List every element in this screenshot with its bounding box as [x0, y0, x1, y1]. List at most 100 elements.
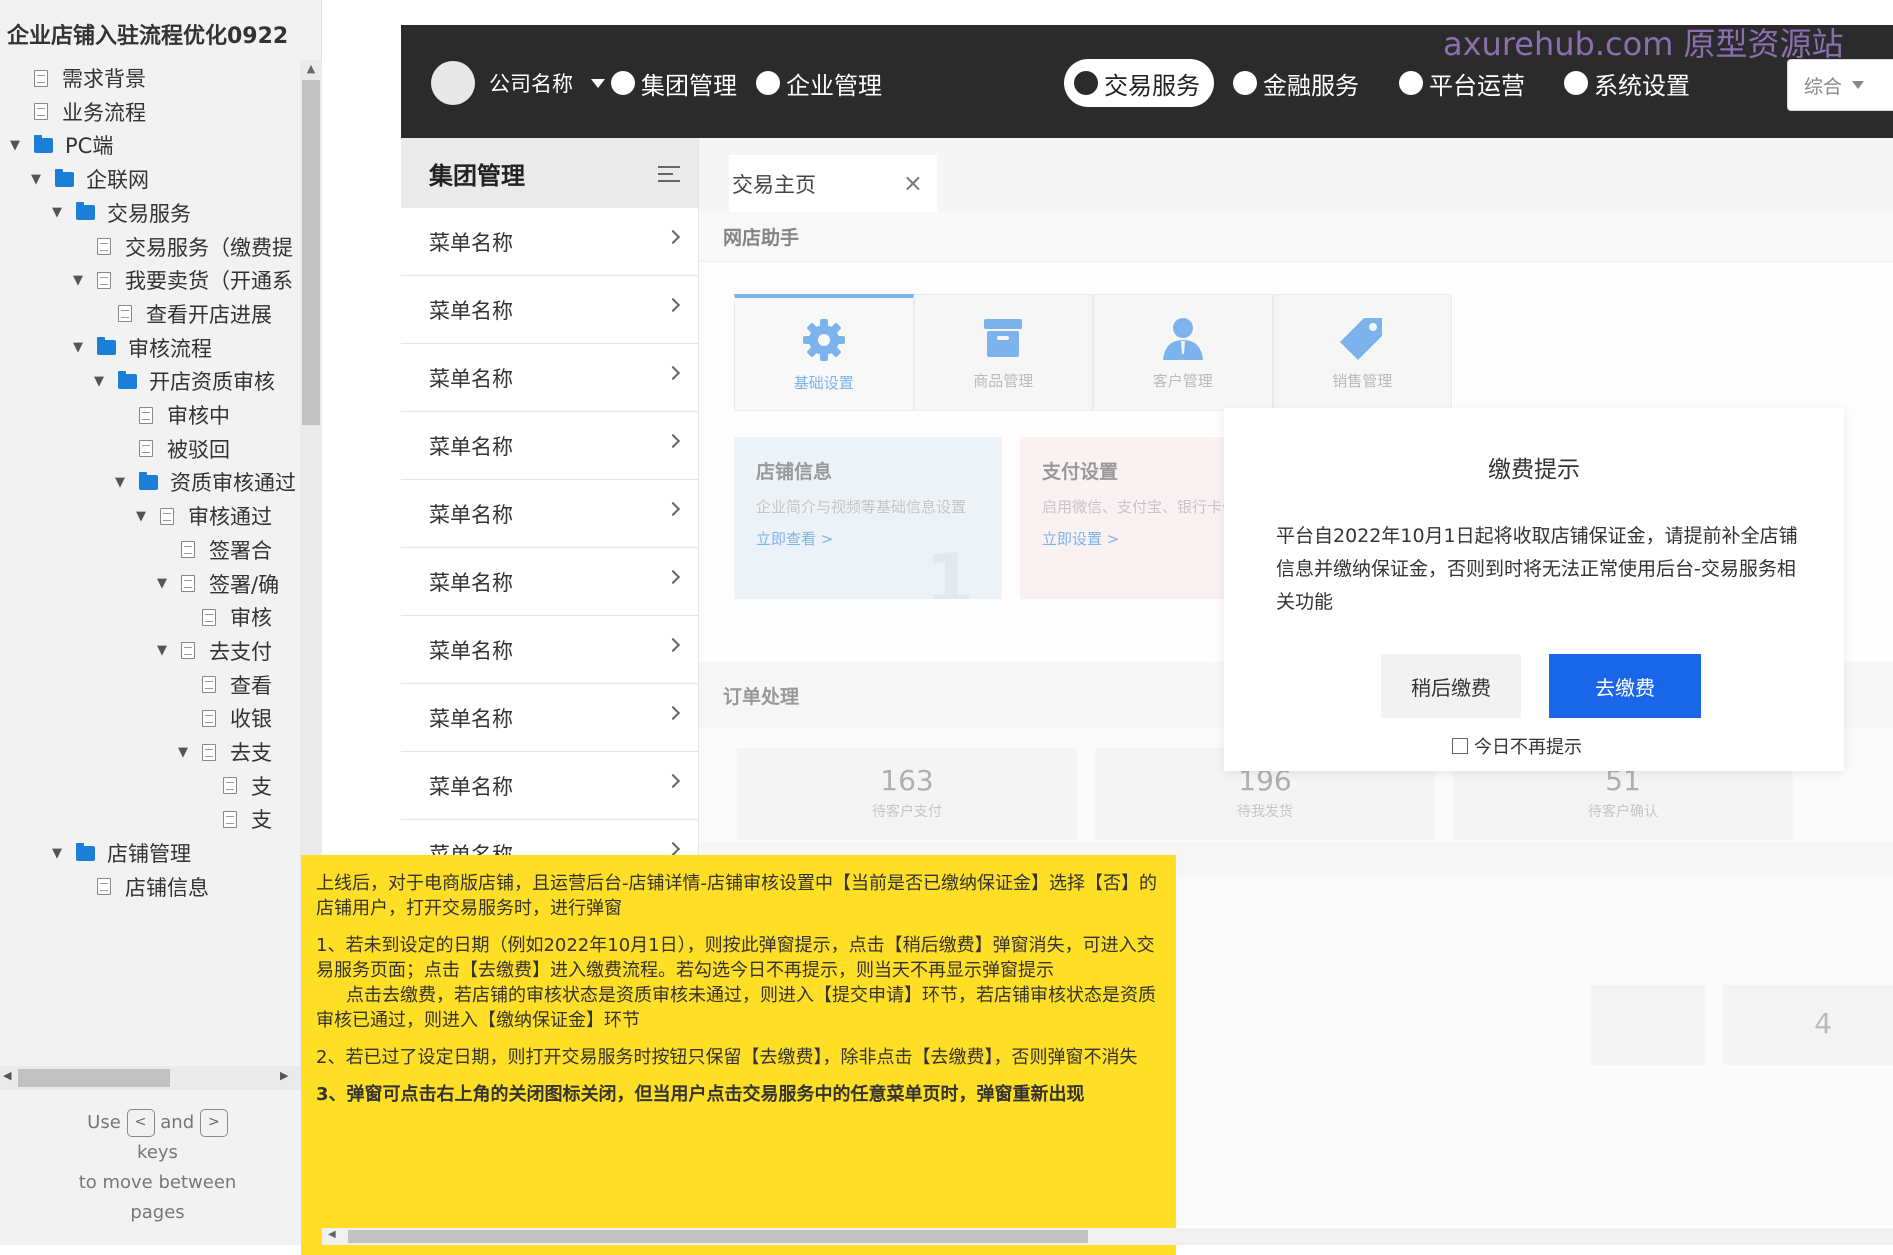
- canvas-horizontal-scrollbar[interactable]: ◀: [322, 1228, 1893, 1245]
- sitemap-item[interactable]: ▼店铺信息: [71, 867, 209, 907]
- side-menu-item[interactable]: 菜单名称: [401, 480, 698, 548]
- scroll-right-icon[interactable]: ▶: [280, 1069, 288, 1082]
- scroll-up-icon[interactable]: ▲: [300, 62, 322, 75]
- page-icon: [223, 810, 237, 828]
- nav-dot-icon: [611, 71, 635, 95]
- side-menu-item-label: 菜单名称: [429, 774, 513, 799]
- sitemap-item-label: 审核: [230, 606, 272, 631]
- side-menu-item[interactable]: 菜单名称: [401, 276, 698, 344]
- page-icon: [34, 69, 48, 87]
- side-menu-item[interactable]: 菜单名称: [401, 684, 698, 752]
- expand-arrow-icon[interactable]: ▼: [155, 643, 169, 658]
- sitemap-item-label: 查看开店进展: [146, 302, 272, 327]
- expand-arrow-icon[interactable]: ▼: [176, 745, 190, 760]
- chevron-right-icon: [665, 297, 681, 313]
- collapse-menu-icon[interactable]: [658, 166, 680, 187]
- prev-key-icon[interactable]: <: [126, 1109, 155, 1137]
- keyboard-hint: Use < and > keys to move between pages: [40, 1108, 275, 1228]
- expand-arrow-icon[interactable]: ▼: [8, 138, 22, 153]
- side-menu-item[interactable]: 菜单名称: [401, 412, 698, 480]
- page-tab-bar: 交易主页 ×: [699, 138, 1893, 212]
- sitemap-item-label: 资质审核通过: [170, 471, 296, 496]
- sitemap-item-label: 店铺信息: [125, 875, 209, 900]
- nav-item-trade-service[interactable]: 交易服务: [1064, 59, 1214, 107]
- scroll-left-icon[interactable]: ◀: [3, 1069, 11, 1082]
- side-menu-item-label: 菜单名称: [429, 230, 513, 255]
- expand-arrow-icon[interactable]: ▼: [71, 340, 85, 355]
- folder-icon: [76, 842, 95, 861]
- nav-item-group-management[interactable]: 集团管理: [611, 59, 737, 107]
- folder-icon: [34, 134, 53, 153]
- chevron-right-icon: [665, 569, 681, 585]
- expand-arrow-icon[interactable]: ▼: [134, 509, 148, 524]
- sitemap-horizontal-scrollbar[interactable]: ◀ ▶: [0, 1066, 322, 1090]
- scroll-left-icon[interactable]: ◀: [328, 1229, 336, 1240]
- side-menu-item-label: 菜单名称: [429, 434, 513, 459]
- expand-arrow-icon[interactable]: ▼: [113, 475, 127, 490]
- chevron-right-icon: [665, 773, 681, 789]
- company-selector[interactable]: 公司名称: [431, 61, 605, 105]
- page-icon: [118, 305, 132, 323]
- expand-arrow-icon[interactable]: ▼: [92, 374, 106, 389]
- page-icon: [202, 676, 216, 694]
- page-icon: [181, 541, 195, 559]
- pay-later-button[interactable]: 稍后缴费: [1381, 654, 1521, 718]
- sitemap-item-label: 收银: [230, 707, 272, 732]
- sitemap-item-label: PC端: [65, 134, 114, 159]
- sitemap-item-label: 我要卖货（开通系: [125, 269, 293, 294]
- nav-item-finance-service[interactable]: 金融服务: [1233, 59, 1359, 107]
- nav-dot-icon: [1233, 71, 1257, 95]
- caret-down-icon: [591, 78, 605, 88]
- side-menu-item[interactable]: 菜单名称: [401, 208, 698, 276]
- page-icon: [223, 777, 237, 795]
- chevron-right-icon: [665, 229, 681, 245]
- sitemap-item-label: 查看: [230, 673, 272, 698]
- expand-arrow-icon[interactable]: ▼: [155, 576, 169, 591]
- payment-reminder-dialog: 缴费提示 平台自2022年10月1日起将收取店铺保证金，请提前补全店铺信息并缴纳…: [1224, 408, 1844, 771]
- dialog-body: 平台自2022年10月1日起将收取店铺保证金，请提前补全店铺信息并缴纳保证金，否…: [1276, 525, 1798, 613]
- side-menu-item[interactable]: 菜单名称: [401, 752, 698, 820]
- checkbox-label: 今日不再提示: [1474, 737, 1582, 758]
- expand-arrow-icon[interactable]: ▼: [71, 273, 85, 288]
- sitemap-item-label: 审核流程: [128, 336, 212, 361]
- expand-arrow-icon[interactable]: ▼: [29, 172, 43, 187]
- chevron-right-icon: [665, 637, 681, 653]
- tab-trade-home[interactable]: 交易主页 ×: [729, 155, 937, 212]
- page-icon: [34, 103, 48, 121]
- side-menu-item[interactable]: 菜单名称: [401, 344, 698, 412]
- page-icon: [202, 743, 216, 761]
- page-icon: [181, 575, 195, 592]
- nav-item-system-settings[interactable]: 系统设置: [1564, 59, 1690, 107]
- scrollbar-thumb[interactable]: [348, 1230, 1088, 1243]
- go-pay-button[interactable]: 去缴费: [1549, 654, 1701, 718]
- close-icon[interactable]: ×: [903, 169, 923, 197]
- chevron-right-icon: [665, 433, 681, 449]
- side-menu-item-label: 菜单名称: [429, 570, 513, 595]
- page-icon: [202, 608, 216, 626]
- search-scope-value: 综合: [1804, 75, 1843, 98]
- sitemap-panel: 企业店铺入驻流程优化0922 ▼ 需求背景 ▼ 业务流程 ▼ PC端 ▼ 企联网 ▼ 交易服务 ▼ 交…: [0, 0, 322, 1245]
- no-remind-today-checkbox[interactable]: 今日不再提示: [1452, 733, 1582, 759]
- nav-label: 交易服务: [1104, 71, 1200, 100]
- sitemap-item-label: 去支: [230, 741, 272, 765]
- sitemap-item-label: 店铺管理: [107, 842, 191, 867]
- page-icon: [97, 878, 111, 896]
- expand-arrow-icon[interactable]: ▼: [50, 205, 64, 220]
- sitemap-item-label: 去支付: [209, 639, 272, 664]
- checkbox-icon[interactable]: [1452, 738, 1468, 754]
- side-menu-item[interactable]: 菜单名称: [401, 548, 698, 616]
- note-paragraph: 1、若未到设定的日期（例如2022年10月1日），则按此弹窗提示，点击【稍后缴费…: [316, 935, 1155, 981]
- watermark-text: axurehub.com 原型资源站: [1443, 25, 1844, 63]
- scrollbar-thumb[interactable]: [18, 1069, 170, 1087]
- next-key-icon[interactable]: >: [199, 1109, 228, 1137]
- sitemap-item-label: 签署/确: [209, 572, 280, 597]
- expand-arrow-icon[interactable]: ▼: [50, 846, 64, 861]
- hint-text: and: [160, 1112, 195, 1133]
- nav-item-platform-operation[interactable]: 平台运营: [1399, 59, 1525, 107]
- search-scope-select[interactable]: 综合: [1787, 59, 1893, 111]
- company-name: 公司名称: [489, 72, 573, 96]
- side-menu-item[interactable]: 菜单名称: [401, 616, 698, 684]
- nav-item-enterprise-management[interactable]: 企业管理: [756, 59, 882, 107]
- sitemap-item[interactable]: ▼支: [197, 799, 272, 839]
- scrollbar-thumb[interactable]: [302, 80, 320, 425]
